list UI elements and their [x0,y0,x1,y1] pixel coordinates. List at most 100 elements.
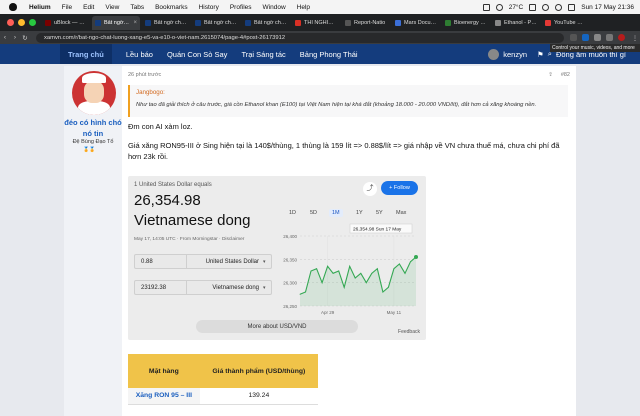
tab-title: Bất ngờ chất [104,19,131,26]
battery-icon[interactable] [529,3,537,11]
nav-trai-sang-tac[interactable]: Trại Sáng tác [241,50,285,59]
table-cell-item[interactable]: Xăng RON 95 – III [128,388,200,405]
profile-avatar[interactable] [618,34,625,41]
window-controls [7,19,36,26]
nav-home[interactable]: Trang chủ [60,44,112,64]
data-point [404,272,406,274]
data-point [399,263,400,265]
username: kenzyn [503,49,528,59]
data-point [414,255,418,260]
extension-icon[interactable] [594,34,601,41]
nav-quan-con-so-say[interactable]: Quán Con Sò Say [167,50,227,59]
site-navigation: Trang chủ Lều báo Quán Con Sò Say Trại S… [0,44,640,64]
zoom-window-button[interactable] [29,19,36,26]
browser-tab[interactable]: Bất ngờ chất l [192,16,240,30]
browser-tab[interactable]: Report-Natio [342,16,390,30]
post-author-sidebar: đéo có hình chó nó tin Đệ Bùng Đạo Tổ 🏅🏅 [64,66,122,416]
control-center-icon[interactable] [568,3,576,11]
menu-edit[interactable]: Edit [83,4,94,11]
x-tick-label: Apr 29 [321,310,335,315]
browser-tab[interactable]: Mars Docume [392,16,440,30]
close-tab-icon[interactable]: × [133,20,137,26]
weather-temp[interactable]: 27°C [509,4,524,11]
feedback-link[interactable]: Feedback [398,329,420,335]
browser-tab[interactable]: Bất ngờ chất× [92,15,140,30]
fx-line-chart[interactable]: 26,400 26,350 26,300 26,250 Apr 29 May 11 26,3… [128,176,426,340]
screen-icon[interactable] [482,3,490,11]
data-point [354,277,356,279]
data-point [360,272,362,274]
cloud-icon[interactable] [495,3,503,11]
browser-tab[interactable]: Bioenergy Re [442,16,490,30]
nav-bang-phong-thai[interactable]: Bảng Phong Thái [300,50,358,59]
back-icon[interactable]: ‹ [0,34,10,41]
data-point [310,270,312,272]
tabs-container: uBlock — Das Bất ngờ chất× Bất ngờ chất l B… [42,15,592,30]
forward-icon[interactable]: › [10,34,20,41]
tab-title: THÍ NGHIỆM ( [304,19,337,26]
data-point [332,272,334,274]
menu-view[interactable]: View [105,4,119,11]
browser-tab[interactable]: uBlock — Das [42,16,90,30]
extension-icon[interactable] [582,34,589,41]
chart-tooltip-text: 26,354.98 Sun 17 May [353,227,402,233]
table-header-price: Giá thành phẩm (USD/thùng) [199,354,318,388]
data-point [316,268,317,270]
data-point [387,286,389,288]
table-row: Xăng RON 95 – III 139.24 [128,388,318,405]
post-time[interactable]: 26 phút trước [128,72,161,78]
browser-tab[interactable]: YouTube Music [542,16,590,30]
menu-file[interactable]: File [62,4,72,11]
nav-leu-bao[interactable]: Lều báo [126,50,153,59]
tab-title: Bất ngờ chất l [254,19,287,26]
favicon-icon [445,19,451,26]
favicon-icon [495,19,501,26]
y-tick-label: 26,250 [283,304,297,309]
menu-app[interactable]: Helium [29,4,51,11]
menu-bookmarks[interactable]: Bookmarks [155,4,188,11]
reload-icon[interactable]: ↻ [20,34,30,42]
author-name[interactable]: đéo có hình chó nó tin [64,117,122,139]
favicon-icon [395,19,401,26]
quote-text: Như tao đã giải thích ở câu trước, giá c… [136,102,537,108]
browser-tab[interactable]: Ethanol - Prio [492,16,540,30]
tab-title: uBlock — Das [54,19,87,26]
menu-help[interactable]: Help [297,4,310,11]
media-controls-icon[interactable] [606,34,613,41]
url-field[interactable]: xamvn.com/r/bat-ngo-chat-luong-xang-e5-v… [36,32,564,43]
clock[interactable]: Sun 17 May 21:36 [581,4,634,11]
table-header-item: Mặt hàng [128,354,200,388]
author-avatar[interactable] [72,71,116,115]
favicon-icon [195,19,201,26]
favicon-icon [45,19,51,26]
data-point [365,282,367,284]
bookmark-icon[interactable] [570,34,577,41]
tab-title: YouTube Music [554,19,587,26]
minimize-window-button[interactable] [18,19,25,26]
menu-tabs[interactable]: Tabs [130,4,144,11]
menu-window[interactable]: Window [263,4,286,11]
post-number[interactable]: #82 [561,72,570,78]
url-text: xamvn.com/r/bat-ngo-chat-luong-xang-e5-v… [44,34,286,41]
browser-tab[interactable]: Bất ngờ chất l [242,16,290,30]
share-icon[interactable]: ⇪ [548,72,553,78]
tab-title: Bioenergy Re [454,19,487,26]
quote-author[interactable]: Jangbogo: [136,89,562,96]
search-icon[interactable] [555,3,563,11]
post-line-2: Giá xăng RON95-III ở Sing hiện tại là 14… [128,141,560,161]
menu-history[interactable]: History [199,4,219,11]
menu-icon[interactable]: ⋮ [630,34,640,42]
data-point [382,291,384,293]
apple-icon[interactable] [9,3,17,11]
tab-title: Mars Docume [404,19,437,26]
menu-profiles[interactable]: Profiles [230,4,252,11]
more-about-button[interactable]: More about USD/VND [196,320,358,333]
browser-tab[interactable]: Bất ngờ chất l [142,16,190,30]
close-window-button[interactable] [7,19,14,26]
favicon-icon [245,19,251,26]
wifi-icon[interactable] [542,3,550,11]
data-point [371,272,373,274]
tab-title: Bất ngờ chất l [154,19,187,26]
bell-icon[interactable]: ⚑ [537,50,544,59]
browser-tab[interactable]: THÍ NGHIỆM ( [292,16,340,30]
